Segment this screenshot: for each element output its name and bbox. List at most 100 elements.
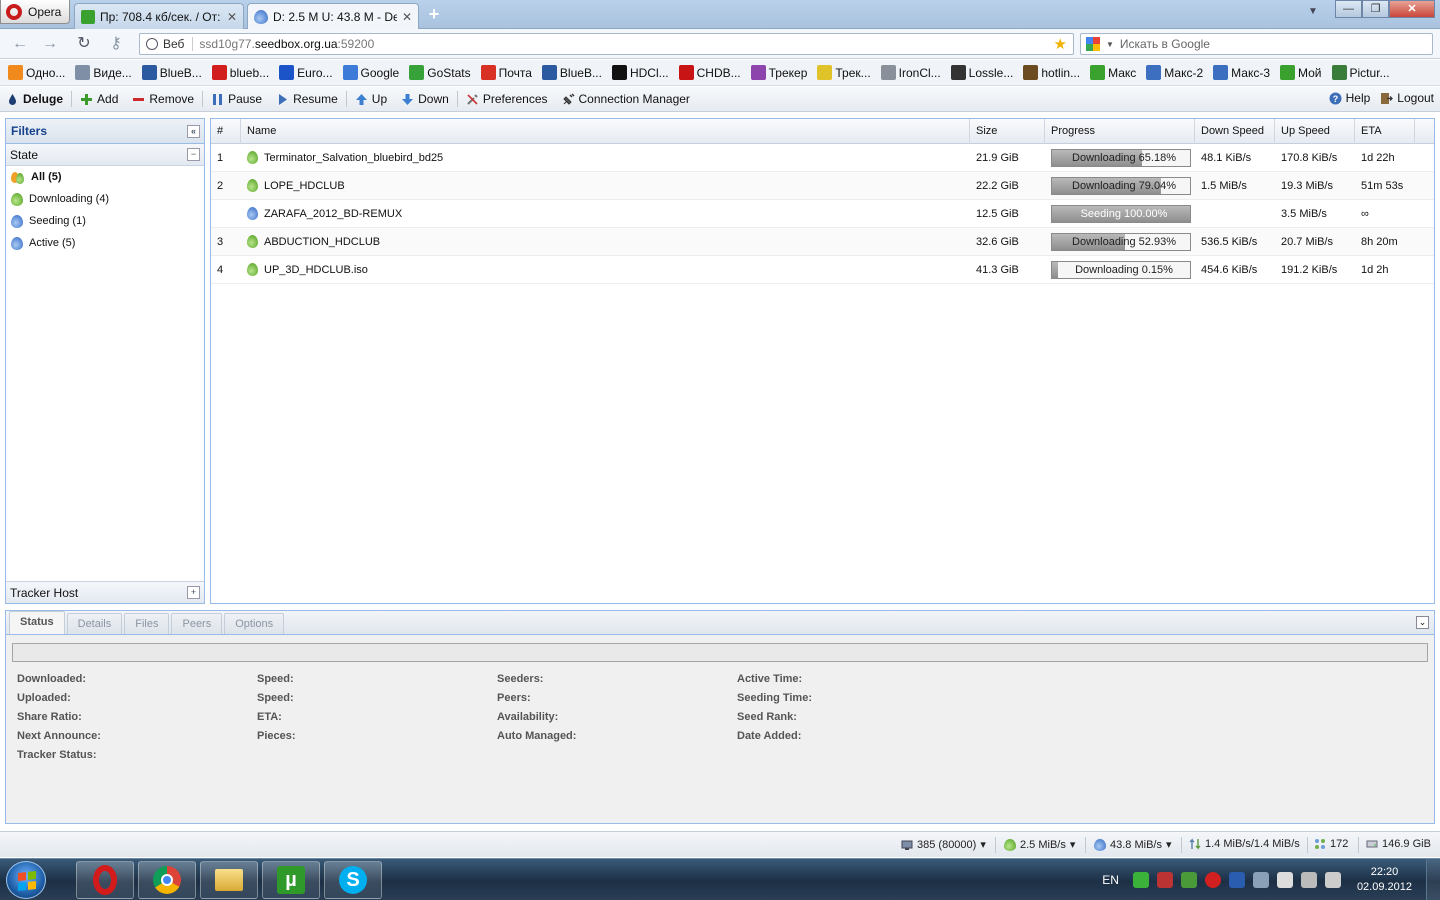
table-row[interactable]: 3 ABDUCTION_HDCLUB 32.6 GiB Downloading 52.… bbox=[211, 228, 1434, 256]
browser-tab-deluge[interactable]: D: 2.5 M U: 43.8 M - Del... ✕ bbox=[247, 3, 419, 30]
tab-status[interactable]: Status bbox=[9, 611, 65, 634]
bookmark-item[interactable]: Трекер bbox=[750, 65, 807, 80]
connection-manager-button[interactable]: Connection Manager bbox=[562, 92, 690, 106]
preferences-button[interactable]: Preferences bbox=[466, 92, 548, 106]
bookmark-star-icon[interactable]: ★ bbox=[1054, 35, 1067, 53]
maximize-button[interactable]: ❐ bbox=[1362, 0, 1389, 18]
column-header-name[interactable]: Name bbox=[241, 119, 970, 144]
tab-files[interactable]: Files bbox=[124, 613, 170, 634]
bookmark-item[interactable]: Макс bbox=[1090, 65, 1136, 80]
bookmark-item[interactable]: BlueB... bbox=[541, 65, 602, 80]
remove-button[interactable]: Remove bbox=[132, 92, 194, 106]
bookmark-item[interactable]: Lossle... bbox=[950, 65, 1013, 80]
upload-speed-status[interactable]: 43.8 MiB/s ▾ bbox=[1094, 838, 1172, 851]
search-engine-selector[interactable]: Веб bbox=[146, 37, 194, 51]
connections-status[interactable]: 385 (80000) ▾ bbox=[901, 838, 986, 851]
minimize-button[interactable]: — bbox=[1335, 0, 1362, 18]
bookmark-item[interactable]: Макс-2 bbox=[1146, 65, 1203, 80]
filter-item-downloading[interactable]: Downloading (4) bbox=[6, 188, 204, 210]
tab-list-arrow-icon[interactable]: ▼ bbox=[1308, 6, 1318, 17]
bluetooth-icon[interactable] bbox=[1228, 872, 1245, 888]
browser-tab-utorrent[interactable]: Пр: 708.4 кб/сек. / От: ... ✕ bbox=[74, 3, 244, 29]
column-header-up-speed[interactable]: Up Speed bbox=[1275, 119, 1355, 144]
back-arrow-icon[interactable]: ← bbox=[10, 35, 30, 53]
table-row[interactable]: 1 Terminator_Salvation_bluebird_bd25 21.9 … bbox=[211, 144, 1434, 172]
table-row[interactable]: 4 UP_3D_HDCLUB.iso 41.3 GiB Downloading 0.1… bbox=[211, 256, 1434, 284]
column-header-down-speed[interactable]: Down Speed bbox=[1195, 119, 1275, 144]
tracker-host-section-header[interactable]: Tracker Host + bbox=[6, 581, 204, 603]
filter-item-all[interactable]: All (5) bbox=[6, 166, 204, 188]
tab-details[interactable]: Details bbox=[66, 613, 123, 634]
bookmark-item[interactable]: Одно... bbox=[8, 65, 65, 80]
column-header-progress[interactable]: Progress bbox=[1045, 119, 1195, 144]
bookmark-item[interactable]: Почта bbox=[480, 65, 532, 80]
column-header-number[interactable]: # bbox=[211, 119, 241, 144]
column-header-eta[interactable]: ETA bbox=[1355, 119, 1415, 144]
clock[interactable]: 22:20 02.09.2012 bbox=[1357, 865, 1412, 895]
collapse-sidebar-icon[interactable]: « bbox=[187, 125, 200, 138]
logout-button[interactable]: Logout bbox=[1380, 91, 1434, 105]
search-box[interactable]: ▼ Искать в Google bbox=[1080, 33, 1433, 55]
address-bar[interactable]: Веб ssd10g77.seedbox.org.ua:59200 ★ bbox=[139, 33, 1074, 55]
expand-tracker-icon[interactable]: + bbox=[187, 586, 200, 599]
show-desktop-button[interactable] bbox=[1426, 859, 1440, 900]
bookmark-item[interactable]: GoStats bbox=[409, 65, 471, 80]
forward-arrow-icon[interactable]: → bbox=[40, 35, 60, 53]
bookmark-item[interactable]: HDCl... bbox=[611, 65, 669, 80]
start-button[interactable] bbox=[6, 861, 46, 899]
bookmark-item[interactable]: Google bbox=[342, 65, 399, 80]
bookmark-item[interactable]: Трек... bbox=[817, 65, 871, 80]
bookmark-item[interactable]: Мой bbox=[1280, 65, 1322, 80]
bookmark-item[interactable]: CHDB... bbox=[678, 65, 741, 80]
help-button[interactable]: ? Help bbox=[1329, 91, 1370, 105]
state-section-header[interactable]: State − bbox=[6, 144, 204, 166]
taskbar-app-explorer[interactable] bbox=[200, 861, 258, 899]
table-row[interactable]: 2 LOPE_HDCLUB 22.2 GiB Downloading 79.04% 1.… bbox=[211, 172, 1434, 200]
taskbar-app-skype[interactable]: S bbox=[324, 861, 382, 899]
bookmark-item[interactable]: Euro... bbox=[279, 65, 333, 80]
taskbar-app-opera[interactable] bbox=[76, 861, 134, 899]
arrow-up-icon bbox=[355, 93, 367, 105]
tray-device-icon[interactable] bbox=[1252, 872, 1269, 888]
taskbar-app-chrome[interactable] bbox=[138, 861, 196, 899]
tray-opera-icon[interactable] bbox=[1204, 872, 1221, 888]
bookmark-item[interactable]: Виде... bbox=[75, 65, 132, 80]
resume-button[interactable]: Resume bbox=[276, 92, 338, 106]
taskbar-app-utorrent[interactable]: µ bbox=[262, 861, 320, 899]
opera-menu-button[interactable]: Opera bbox=[0, 0, 70, 24]
chevron-down-icon[interactable]: ▼ bbox=[1106, 40, 1114, 49]
tab-peers[interactable]: Peers bbox=[171, 613, 223, 634]
filter-item-seeding[interactable]: Seeding (1) bbox=[6, 210, 204, 232]
filter-item-active[interactable]: Active (5) bbox=[6, 232, 204, 254]
address-url[interactable]: ssd10g77.seedbox.org.ua:59200 bbox=[199, 37, 1047, 51]
column-header-size[interactable]: Size bbox=[970, 119, 1045, 144]
bookmark-item[interactable]: blueb... bbox=[211, 65, 269, 80]
bookmark-item[interactable]: Макс-3 bbox=[1213, 65, 1270, 80]
tray-security-icon[interactable] bbox=[1180, 872, 1197, 888]
download-speed-status[interactable]: 2.5 MiB/s ▾ bbox=[1004, 838, 1075, 851]
bookmark-item[interactable]: IronCl... bbox=[880, 65, 941, 80]
queue-down-button[interactable]: Down bbox=[401, 92, 449, 106]
tab-close-icon[interactable]: ✕ bbox=[402, 10, 412, 24]
table-row[interactable]: ZARAFA_2012_BD-REMUX 12.5 GiB Seeding 100.… bbox=[211, 200, 1434, 228]
tab-close-icon[interactable]: ✕ bbox=[227, 10, 237, 24]
tab-options[interactable]: Options bbox=[224, 613, 285, 634]
flag-icon[interactable] bbox=[1276, 872, 1293, 888]
queue-up-button[interactable]: Up bbox=[355, 92, 387, 106]
tray-app-icon[interactable] bbox=[1132, 872, 1149, 888]
monitor-icon[interactable] bbox=[1300, 872, 1317, 888]
close-window-button[interactable]: ✕ bbox=[1389, 0, 1435, 18]
bookmark-item[interactable]: hotlin... bbox=[1023, 65, 1080, 80]
key-icon[interactable]: ⚷ bbox=[106, 35, 126, 53]
bookmark-item[interactable]: Pictur... bbox=[1331, 65, 1390, 80]
add-button[interactable]: Add bbox=[80, 92, 118, 106]
volume-icon[interactable] bbox=[1324, 872, 1341, 888]
pause-button[interactable]: Pause bbox=[211, 92, 262, 106]
collapse-state-icon[interactable]: − bbox=[187, 148, 200, 161]
new-tab-button[interactable]: + bbox=[424, 4, 444, 24]
collapse-details-icon[interactable]: ⌄ bbox=[1416, 616, 1429, 629]
bookmark-item[interactable]: BlueB... bbox=[141, 65, 202, 80]
reload-icon[interactable]: ↻ bbox=[74, 35, 94, 53]
language-indicator[interactable]: EN bbox=[1102, 873, 1119, 887]
tray-network-icon[interactable] bbox=[1156, 872, 1173, 888]
